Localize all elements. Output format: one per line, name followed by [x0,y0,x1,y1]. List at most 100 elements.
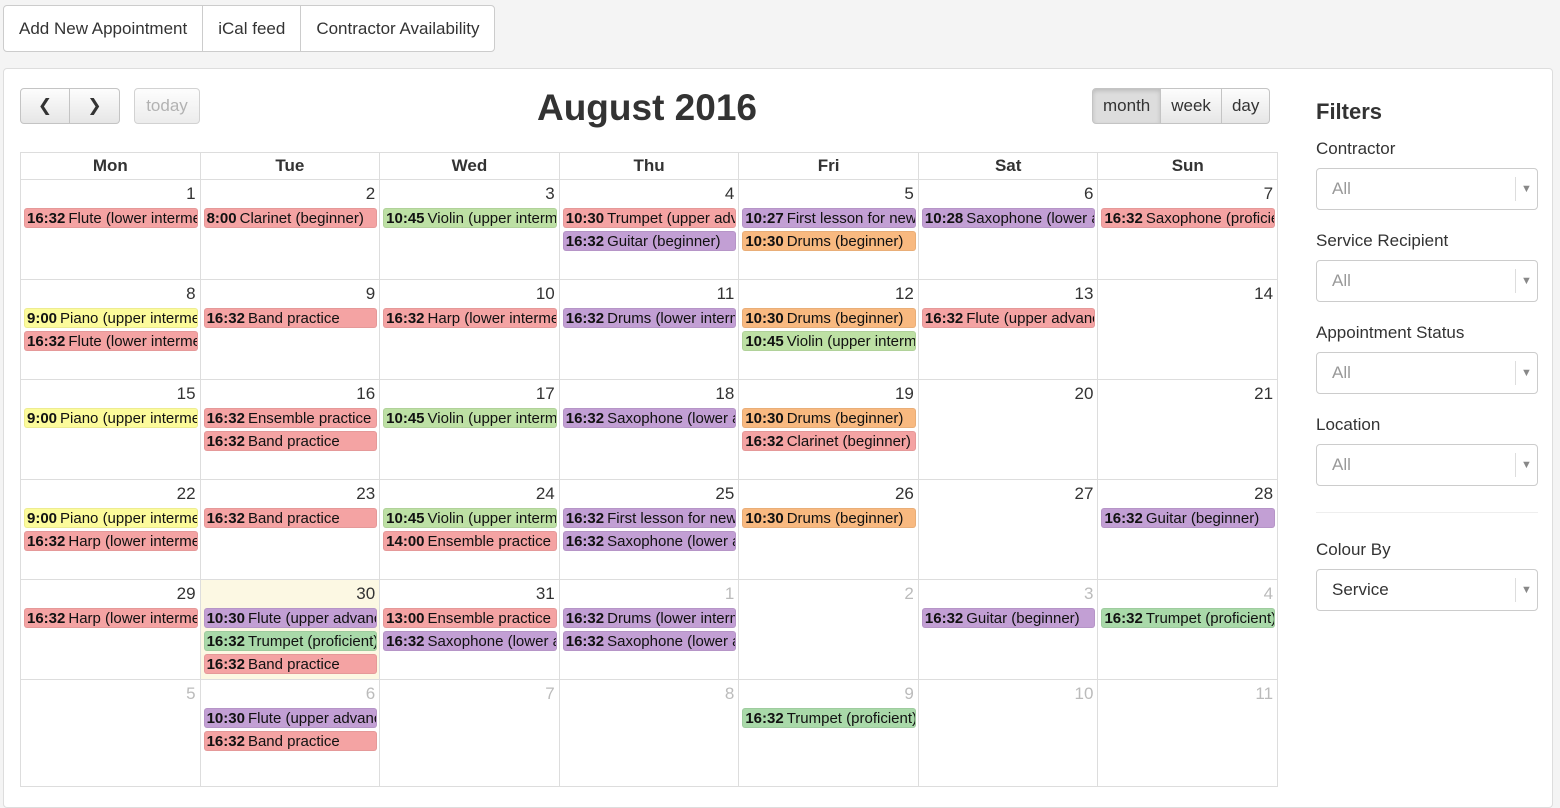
calendar-event[interactable]: 16:32 Trumpet (proficient) [742,708,916,728]
day-cell[interactable]: 31 13:00 Ensemble practice 16:32 Saxophone (… [380,580,560,679]
calendar-event[interactable]: 16:32Saxophone (lower advanced) [383,631,557,651]
day-cell-today[interactable]: 3010:30Flute (upper advanced)16:32Trumpe… [200,580,381,679]
day-number[interactable]: 17 [536,384,555,404]
calendar-event[interactable]: 16:32 Clarinet (beginner) [742,431,916,451]
calendar-event[interactable]: 16:32Drums (lower intermediate) [562,308,737,328]
calendar-event[interactable]: 9:00Piano (upper intermediate) [24,308,198,328]
day-cell[interactable]: 410:30Trumpet (upper advanced)16:32Guita… [560,180,740,279]
calendar-event[interactable]: 16:32 Ensemble practice [203,408,378,428]
day-number[interactable]: 4 [1264,584,1273,604]
day-number[interactable]: 13 [1075,284,1094,304]
day-number[interactable]: 10 [1075,684,1094,704]
calendar-event[interactable]: 16:32Flute (upper advanced) [921,308,1096,328]
day-cell[interactable]: 2 8:00 Clarinet (beginner) [201,180,381,279]
day-cell[interactable]: 14 [1098,280,1279,379]
calendar-event[interactable]: 16:32Flute (lower intermediate) [24,331,198,351]
day-cell[interactable]: 13 16:32Flute (upper advanced) [919,280,1099,379]
day-cell[interactable]: 15 9:00Piano (upper intermediate) [21,380,201,479]
day-cell[interactable]: 1 16:32Drums (lower intermediate) 16:32Sax… [560,580,740,679]
day-cell[interactable]: 5 [21,680,201,786]
day-number[interactable]: 11 [717,284,735,304]
day-cell[interactable]: 22 9:00Piano (upper intermediate) 16:32Har… [21,480,201,579]
calendar-event[interactable]: 16:32Saxophone (lower advanced) [562,631,737,651]
calendar-event[interactable]: 16:32Saxophone (proficient) [1101,208,1276,228]
day-number[interactable]: 16 [356,384,375,404]
calendar-event[interactable]: 9:00Piano (upper intermediate) [24,408,198,428]
day-cell[interactable]: 19 10:30 Drums (beginner) 16:32 Clarinet (be… [739,380,919,479]
day-cell[interactable]: 510:27First lesson for new student10:30D… [739,180,919,279]
calendar-event[interactable]: 10:30Flute (upper advanced) [203,708,378,728]
calendar-event[interactable]: 13:00 Ensemble practice [383,608,557,628]
day-cell[interactable]: 10 16:32Harp (lower intermediate) [380,280,560,379]
day-number[interactable]: 19 [895,384,914,404]
day-number[interactable]: 9 [904,684,913,704]
day-number[interactable]: 12 [895,284,914,304]
day-number[interactable]: 6 [1084,184,1093,204]
day-cell[interactable]: 9 16:32 Trumpet (proficient) [739,680,919,786]
prev-month-button[interactable]: ❮ [20,88,70,124]
calendar-event[interactable]: 8:00 Clarinet (beginner) [203,208,378,228]
day-cell[interactable]: 17 10:45Violin (upper intermediate) [380,380,560,479]
day-number[interactable]: 11 [1255,684,1273,704]
calendar-event[interactable]: 10:45Violin (upper intermediate) [383,208,557,228]
day-number[interactable]: 7 [545,684,554,704]
day-cell[interactable]: 9 16:32 Band practice [201,280,381,379]
day-number[interactable]: 18 [715,384,734,404]
calendar-event[interactable]: 10:45Violin (upper intermediate) [383,408,557,428]
calendar-event[interactable]: 16:32 Guitar (beginner) [562,231,737,251]
calendar-event[interactable]: 16:32 Guitar (beginner) [921,608,1096,628]
day-cell[interactable]: 3 10:45Violin (upper intermediate) [380,180,560,279]
service-recipient-select[interactable]: All ▼ [1316,260,1538,302]
calendar-event[interactable]: 10:30 Drums (beginner) [742,408,916,428]
day-number[interactable]: 7 [1264,184,1273,204]
day-cell[interactable]: 8 [560,680,740,786]
ical-feed-button[interactable]: iCal feed [203,6,302,51]
day-cell[interactable]: 18 16:32Saxophone (lower advanced) [560,380,740,479]
day-cell[interactable]: 28 16:32 Guitar (beginner) [1098,480,1279,579]
day-cell[interactable]: 16 16:32 Ensemble practice 16:32 Band practi… [201,380,381,479]
day-cell[interactable]: 2 [739,580,919,679]
day-number[interactable]: 26 [895,484,914,504]
appointment-status-select[interactable]: All ▼ [1316,352,1538,394]
location-select[interactable]: All ▼ [1316,444,1538,486]
day-cell[interactable]: 29 16:32Harp (lower intermediate) [21,580,201,679]
day-cell[interactable]: 10 [919,680,1099,786]
contractor-select[interactable]: All ▼ [1316,168,1538,210]
day-number[interactable]: 2 [366,184,375,204]
day-number[interactable]: 2 [904,584,913,604]
calendar-event[interactable]: 16:32Saxophone (lower advanced) [562,531,737,551]
calendar-event[interactable]: 16:32 Trumpet (proficient) [203,631,378,651]
calendar-event[interactable]: 16:32Harp (lower intermediate) [24,608,198,628]
day-number[interactable]: 3 [545,184,554,204]
calendar-event[interactable]: 14:00 Ensemble practice [383,531,557,551]
day-number[interactable]: 1 [725,584,734,604]
day-cell[interactable]: 11 16:32Drums (lower intermediate) [560,280,740,379]
day-number[interactable]: 30 [356,584,375,604]
day-number[interactable]: 27 [1075,484,1094,504]
calendar-event[interactable]: 10:27First lesson for new student [742,208,916,228]
day-number[interactable]: 4 [725,184,734,204]
day-cell[interactable]: 11 [1098,680,1279,786]
day-cell[interactable]: 26 10:30 Drums (beginner) [739,480,919,579]
day-number[interactable]: 29 [177,584,196,604]
calendar-event[interactable]: 16:32Harp (lower intermediate) [383,308,557,328]
day-number[interactable]: 24 [536,484,555,504]
view-month-button[interactable]: month [1092,88,1162,124]
day-cell[interactable]: 1 16:32Flute (lower intermediate) [21,180,201,279]
day-cell[interactable]: 4 16:32 Trumpet (proficient) [1098,580,1279,679]
calendar-event[interactable]: 10:45Violin (upper intermediate) [383,508,557,528]
day-number[interactable]: 20 [1075,384,1094,404]
day-cell[interactable]: 3 16:32 Guitar (beginner) [919,580,1099,679]
calendar-event[interactable]: 16:32Drums (lower intermediate) [562,608,737,628]
day-number[interactable]: 21 [1254,384,1273,404]
day-number[interactable]: 23 [356,484,375,504]
day-cell[interactable]: 7 16:32Saxophone (proficient) [1098,180,1279,279]
day-number[interactable]: 28 [1254,484,1273,504]
day-number[interactable]: 1 [186,184,195,204]
day-cell[interactable]: 20 [919,380,1099,479]
day-cell[interactable]: 8 9:00Piano (upper intermediate) 16:32Flut… [21,280,201,379]
day-cell[interactable]: 7 [380,680,560,786]
day-number[interactable]: 9 [366,284,375,304]
view-week-button[interactable]: week [1161,88,1222,124]
calendar-event[interactable]: 16:32Saxophone (lower advanced) [562,408,737,428]
